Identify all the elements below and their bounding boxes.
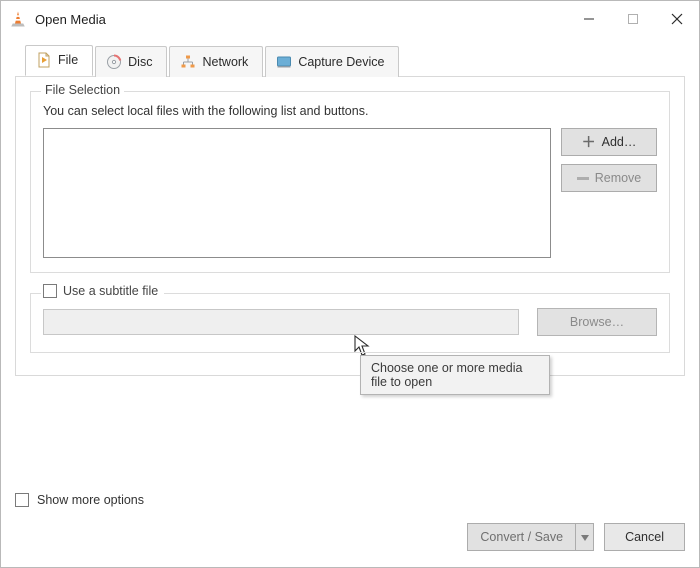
plus-icon: ＋ <box>582 135 596 149</box>
file-selection-legend: File Selection <box>41 83 124 97</box>
convert-save-label: Convert / Save <box>480 530 563 544</box>
file-icon <box>36 52 52 68</box>
network-icon <box>180 54 196 70</box>
browse-button[interactable]: Browse… <box>537 308 657 336</box>
tab-capture[interactable]: Capture Device <box>265 46 399 77</box>
minimize-button[interactable] <box>567 3 611 35</box>
tab-file[interactable]: File <box>25 45 93 76</box>
file-selection-help: You can select local files with the foll… <box>43 104 657 118</box>
remove-button[interactable]: Remove <box>561 164 657 192</box>
add-label: Add… <box>602 135 637 149</box>
tab-row: File Disc Network Capture Device <box>25 45 685 76</box>
maximize-button[interactable] <box>611 3 655 35</box>
vlc-icon <box>9 10 27 28</box>
capture-icon <box>276 54 292 70</box>
convert-save-dropdown[interactable] <box>576 523 594 551</box>
titlebar: Open Media <box>1 1 699 37</box>
file-list[interactable]: Choose one or more media file to open <box>43 128 551 258</box>
tab-label: Disc <box>128 55 152 69</box>
subtitle-checkbox[interactable] <box>43 284 57 298</box>
convert-save-split-button[interactable]: Convert / Save <box>467 523 594 551</box>
subtitle-path-input[interactable] <box>43 309 519 335</box>
minus-icon <box>577 177 589 180</box>
open-media-window: Open Media File <box>0 0 700 568</box>
more-options-label: Show more options <box>37 493 144 507</box>
tab-disc[interactable]: Disc <box>95 46 167 77</box>
subtitle-label: Use a subtitle file <box>63 284 158 298</box>
tab-label: Capture Device <box>298 55 384 69</box>
more-options-checkbox[interactable] <box>15 493 29 507</box>
close-button[interactable] <box>655 3 699 35</box>
tab-label: Network <box>202 55 248 69</box>
file-selection-group: File Selection You can select local file… <box>30 91 670 273</box>
cancel-button[interactable]: Cancel <box>604 523 685 551</box>
subtitle-group: Use a subtitle file Browse… <box>30 293 670 353</box>
window-title: Open Media <box>35 12 106 27</box>
disc-icon <box>106 54 122 70</box>
convert-save-button[interactable]: Convert / Save <box>467 523 576 551</box>
tab-label: File <box>58 53 78 67</box>
remove-label: Remove <box>595 171 642 185</box>
chevron-down-icon <box>581 530 589 544</box>
browse-label: Browse… <box>570 315 624 329</box>
file-list-tooltip: Choose one or more media file to open <box>360 355 550 395</box>
tab-panel: File Selection You can select local file… <box>15 76 685 376</box>
show-more-options-row[interactable]: Show more options <box>15 493 685 507</box>
tab-network[interactable]: Network <box>169 46 263 77</box>
cancel-label: Cancel <box>625 530 664 544</box>
add-button[interactable]: ＋ Add… <box>561 128 657 156</box>
